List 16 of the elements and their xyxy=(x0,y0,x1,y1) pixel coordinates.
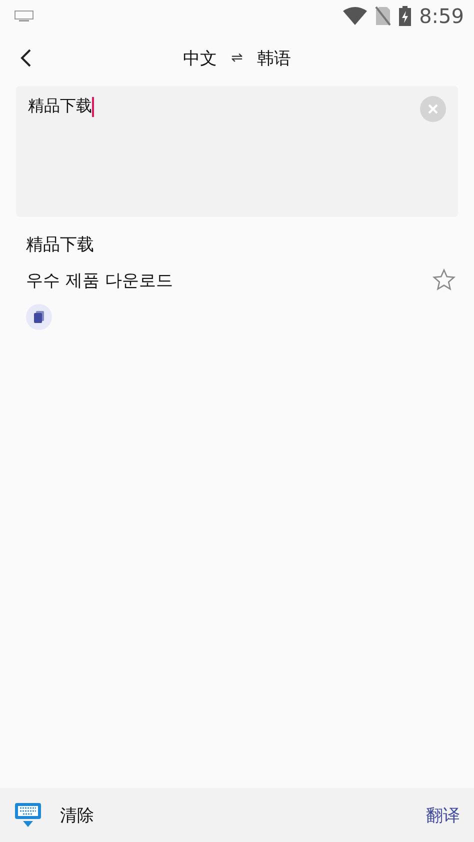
clear-button[interactable]: 清除 xyxy=(60,804,94,826)
translation-text: 우수 제품 다운로드 xyxy=(26,270,174,292)
clock-time: 8:59 xyxy=(419,4,464,28)
swap-languages-button[interactable]: ⇌ xyxy=(231,50,243,66)
source-text: 精品下载 xyxy=(26,234,95,256)
battery-charging-icon xyxy=(399,6,412,26)
text-input-field[interactable]: 精品下载 xyxy=(16,86,458,217)
copy-icon[interactable] xyxy=(26,304,52,330)
source-language[interactable]: 中文 xyxy=(183,46,218,70)
wifi-icon xyxy=(343,7,368,25)
keyboard-toggle-icon[interactable] xyxy=(14,801,42,829)
no-sim-icon xyxy=(375,6,392,26)
star-icon[interactable] xyxy=(432,268,456,292)
translate-button[interactable]: 翻译 xyxy=(426,804,460,826)
target-language[interactable]: 韩语 xyxy=(256,46,291,70)
clear-input-icon[interactable] xyxy=(420,96,446,122)
